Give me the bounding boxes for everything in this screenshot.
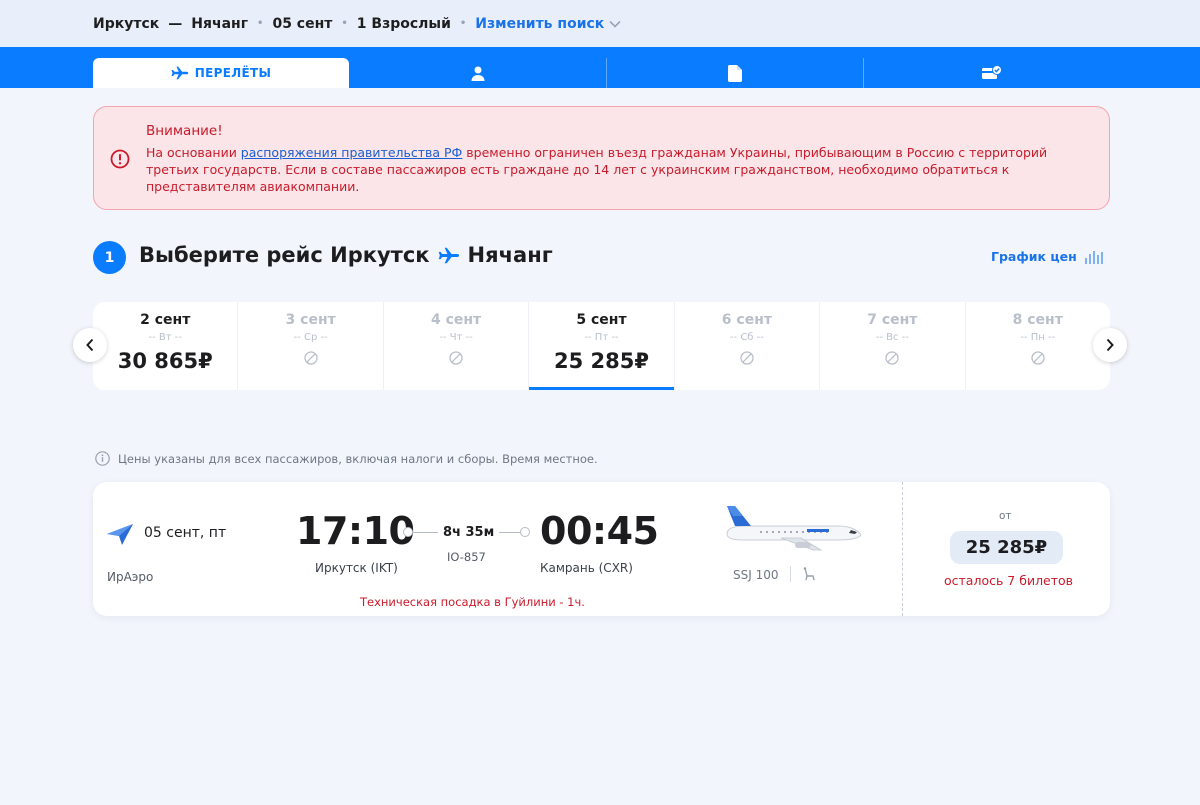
date-carousel: 2 сент -- Вт -- 30 865₽ 3 сент -- Ср -- 4 сен… [93, 302, 1110, 390]
tab-flights-label: ПЕРЕЛЁТЫ [194, 66, 272, 80]
step-number: 1 [93, 241, 126, 274]
carousel-next-button[interactable] [1093, 328, 1127, 362]
route-start-dot [403, 527, 413, 537]
date-option-weekday: -- Пн -- [1020, 332, 1056, 343]
carousel-prev-button[interactable] [73, 328, 107, 362]
date-option-price: 30 865₽ [117, 349, 213, 373]
price-info-note: Цены указаны для всех пассажиров, включа… [95, 451, 598, 466]
aircraft-image [726, 506, 862, 551]
plane-icon [171, 66, 189, 80]
page-title-origin: Выберите рейс Иркутск [139, 243, 430, 267]
page-title: Выберите рейс Иркутск Нячанг [139, 243, 553, 267]
aircraft-type: SSJ 100 [733, 568, 779, 582]
unavailable-icon [966, 351, 1110, 365]
technical-stop-note: Техническая посадка в Гуйлини - 1ч. [360, 595, 585, 609]
date-option-date: 8 сент [1012, 312, 1063, 328]
date-option-date: 7 сент [867, 312, 918, 328]
date-option[interactable]: 3 сент -- Ср -- [238, 302, 384, 390]
chevron-left-icon [86, 338, 94, 352]
airline-name: ИрАэро [107, 570, 154, 584]
origin-city: Иркутск [93, 15, 160, 32]
chevron-right-icon [1106, 338, 1114, 352]
date-option[interactable]: 4 сент -- Чт -- [384, 302, 530, 390]
separator-dot: • [459, 18, 467, 29]
date-option-weekday: -- Вт -- [148, 332, 182, 343]
info-icon [95, 451, 110, 466]
date-option[interactable]: 2 сент -- Вт -- 30 865₽ [93, 302, 239, 390]
chevron-down-icon [609, 20, 621, 28]
select-price-button[interactable]: 25 285₽ [950, 531, 1063, 564]
date-option-weekday: -- Вс -- [875, 332, 909, 343]
date-option-price: 25 285₽ [553, 349, 649, 373]
warning-banner: Внимание! На основании распоряжения прав… [93, 106, 1110, 210]
tab-flights[interactable]: ПЕРЕЛЁТЫ [93, 58, 349, 88]
warning-text-before: На основании [146, 145, 241, 160]
flight-number: IO-857 [447, 550, 486, 564]
date-option-date: 3 сент [285, 312, 336, 328]
seat-icon [803, 567, 815, 581]
airline-logo-icon [107, 524, 133, 545]
date-option[interactable]: 5 сент -- Пт -- 25 285₽ [529, 302, 675, 390]
route-end-dot [520, 527, 530, 537]
date-option-date: 5 сент [576, 312, 627, 328]
flight-date: 05 сент, пт [144, 525, 227, 541]
search-summary-bar: Иркутск — Нячанг • 05 сент • 1 Взрослый … [0, 0, 1200, 47]
arrival-time: 00:45 [540, 509, 659, 553]
unavailable-icon [238, 351, 382, 365]
date-option[interactable]: 7 сент -- Вс -- [820, 302, 966, 390]
flight-card[interactable]: 05 сент, пт ИрАэро 17:10 Иркутск (IKT) 8… [93, 482, 1110, 616]
divider [790, 566, 791, 582]
card-divider [902, 482, 903, 616]
person-icon [471, 66, 485, 81]
page-title-destination: Нячанг [467, 243, 553, 267]
unavailable-icon [820, 351, 964, 365]
date-option-date: 2 сент [140, 312, 191, 328]
arrival-airport: Камрань (CXR) [540, 561, 633, 575]
date-option[interactable]: 8 сент -- Пн -- [966, 302, 1110, 390]
date-option-weekday: -- Ср -- [293, 332, 328, 343]
bar-chart-icon [1084, 250, 1103, 264]
unavailable-icon [675, 351, 819, 365]
price-chart-label: График цен [991, 249, 1077, 264]
price-from-label: от [999, 510, 1012, 522]
booking-steps-tabs: ПЕРЕЛЁТЫ [0, 47, 1200, 88]
change-search-button[interactable]: Изменить поиск [475, 16, 621, 32]
tab-passengers[interactable] [349, 58, 606, 88]
date-option[interactable]: 6 сент -- Сб -- [675, 302, 821, 390]
tab-payment[interactable] [863, 58, 1120, 88]
tab-documents[interactable] [606, 58, 863, 88]
search-passengers: 1 Взрослый [356, 15, 451, 32]
date-option-date: 6 сент [721, 312, 772, 328]
warning-text: На основании распоряжения правительства … [146, 144, 1096, 195]
flight-duration: 8ч 35м [438, 525, 500, 540]
document-icon [728, 64, 742, 82]
separator-dot: • [257, 18, 264, 29]
tickets-left: осталось 7 билетов [944, 573, 1074, 588]
warning-title: Внимание! [146, 123, 223, 139]
alert-circle-icon [110, 149, 130, 169]
price-chart-link[interactable]: График цен [991, 249, 1103, 264]
separator-dot: • [341, 18, 348, 29]
destination-city: Нячанг [191, 15, 249, 32]
payment-icon [982, 65, 1002, 79]
departure-airport: Иркутск (IKT) [315, 561, 398, 575]
date-option-weekday: -- Сб -- [729, 332, 764, 343]
price-info-text: Цены указаны для всех пассажиров, включа… [118, 451, 598, 466]
unavailable-icon [384, 351, 528, 365]
change-search-label: Изменить поиск [475, 15, 605, 32]
government-order-link[interactable]: распоряжения правительства РФ [241, 145, 463, 160]
plane-icon [438, 247, 459, 263]
departure-time: 17:10 [296, 509, 415, 553]
search-date: 05 сент [272, 15, 333, 32]
date-option-weekday: -- Чт -- [439, 332, 473, 343]
route-dash: — [168, 15, 183, 32]
date-option-weekday: -- Пт -- [584, 332, 619, 343]
date-option-date: 4 сент [430, 312, 482, 328]
